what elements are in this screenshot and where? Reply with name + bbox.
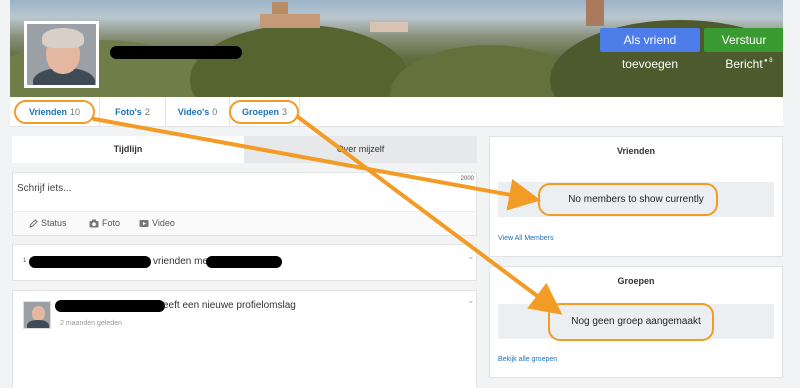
profile-name-redacted [110, 46, 242, 59]
composer-input[interactable]: Schrijf iets... [17, 183, 71, 194]
chevron-down-icon[interactable]: ⌄ [467, 295, 475, 306]
feed-text: eeft een nieuwe profielomslag [163, 300, 296, 311]
char-limit: 2000 [460, 176, 474, 182]
status-button[interactable]: Status [29, 218, 67, 228]
feed-text: vrienden me [153, 256, 209, 267]
post-avatar[interactable] [23, 301, 51, 329]
highlight-groups-empty [548, 303, 714, 341]
profile-avatar[interactable] [24, 21, 99, 88]
highlight-groups-tab [229, 100, 299, 124]
video-icon [139, 220, 149, 227]
feed-item: eeft een nieuwe profielomslag 2 maanden … [12, 290, 477, 388]
list-bullet: 1 [23, 258, 27, 264]
send-message-button[interactable]: Verstuur Bericht [704, 28, 783, 71]
post-timestamp: 2 maanden geleden [60, 320, 122, 327]
tab-photos[interactable]: Foto's 2 [100, 97, 166, 127]
post-composer[interactable]: Schrijf iets... 2000 Status Foto Video [12, 172, 477, 236]
highlight-friends-tab [14, 100, 95, 124]
add-friend-button[interactable]: Als vriend toevoegen [600, 28, 700, 71]
highlight-friends-empty [538, 183, 718, 216]
eye-icon: ● [764, 58, 768, 64]
tab-videos[interactable]: Video's 0 [166, 97, 230, 127]
tab-about[interactable]: Over mijzelf [244, 136, 477, 163]
widget-title: Groepen [617, 276, 655, 286]
tab-timeline[interactable]: Tijdlijn [12, 136, 244, 163]
video-button[interactable]: Video [139, 218, 175, 228]
widget-title: Vrienden [616, 146, 655, 156]
profile-tabbar: Vrienden 10 Foto's 2 Video's 0 Groepen 3 [10, 97, 783, 127]
photo-button[interactable]: Foto [89, 218, 120, 228]
redacted-name [206, 256, 282, 268]
view-all-groups-link[interactable]: Bekijk alle groepen [498, 356, 557, 363]
cover-photo: Als vriend toevoegen Verstuur Bericht ● … [10, 0, 783, 97]
pencil-icon [29, 219, 38, 228]
view-count: ● 8 [764, 58, 773, 64]
composer-actions: Status Foto Video [13, 211, 476, 235]
chevron-down-icon[interactable]: ⌄ [467, 251, 475, 262]
feed-item: 1 vrienden me ⌄ [12, 244, 477, 281]
timeline-tabs: Tijdlijn Over mijzelf [12, 136, 477, 163]
redacted-name [29, 256, 151, 268]
redacted-name [55, 300, 165, 312]
camera-icon [89, 219, 99, 228]
view-all-members-link[interactable]: View All Members [498, 235, 554, 242]
